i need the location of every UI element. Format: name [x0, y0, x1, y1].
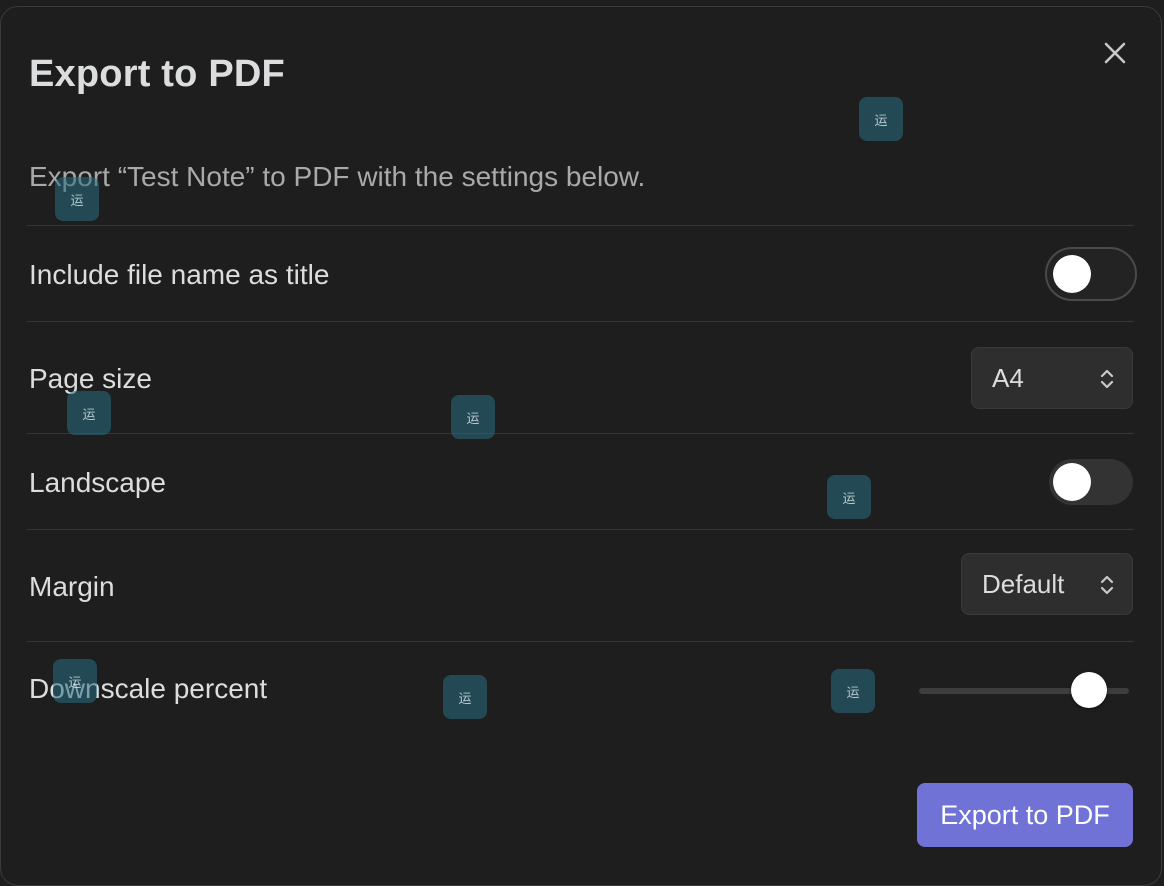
divider — [27, 433, 1134, 434]
page-size-value: A4 — [992, 362, 1024, 393]
landscape-toggle[interactable] — [1049, 459, 1133, 505]
toggle-knob — [1053, 463, 1091, 501]
downscale-percent-slider[interactable] — [919, 672, 1129, 708]
downscale-percent-label: Downscale percent — [29, 673, 268, 704]
watermark-logo: 运 — [859, 97, 903, 141]
margin-select[interactable]: Default — [961, 553, 1133, 615]
toggle-knob — [1053, 255, 1091, 293]
export-pdf-modal: Export to PDF Export “Test Note” to PDF … — [0, 6, 1162, 886]
divider — [27, 225, 1134, 226]
page-size-select[interactable]: A4 — [971, 347, 1133, 409]
margin-label: Margin — [29, 571, 115, 602]
page-size-label: Page size — [29, 363, 152, 394]
divider — [27, 641, 1134, 642]
divider — [27, 321, 1134, 322]
dialog-description: Export “Test Note” to PDF with the setti… — [29, 161, 646, 192]
slider-thumb[interactable] — [1071, 672, 1108, 708]
landscape-label: Landscape — [29, 467, 167, 498]
chevron-up-down-icon — [1100, 575, 1114, 595]
close-button[interactable] — [1097, 35, 1133, 71]
export-to-pdf-button[interactable]: Export to PDF — [917, 783, 1133, 847]
watermark-logo: 运 — [827, 475, 871, 519]
divider — [27, 529, 1134, 530]
watermark-logo: 运 — [443, 675, 487, 719]
close-icon — [1104, 42, 1126, 64]
watermark-logo: 运 — [67, 391, 111, 435]
chevron-up-down-icon — [1100, 369, 1114, 389]
include-file-name-label: Include file name as title — [29, 259, 330, 290]
include-file-name-toggle[interactable] — [1045, 247, 1137, 301]
dialog-title: Export to PDF — [29, 53, 285, 95]
margin-value: Default — [982, 568, 1065, 599]
watermark-logo: 运 — [831, 669, 875, 713]
